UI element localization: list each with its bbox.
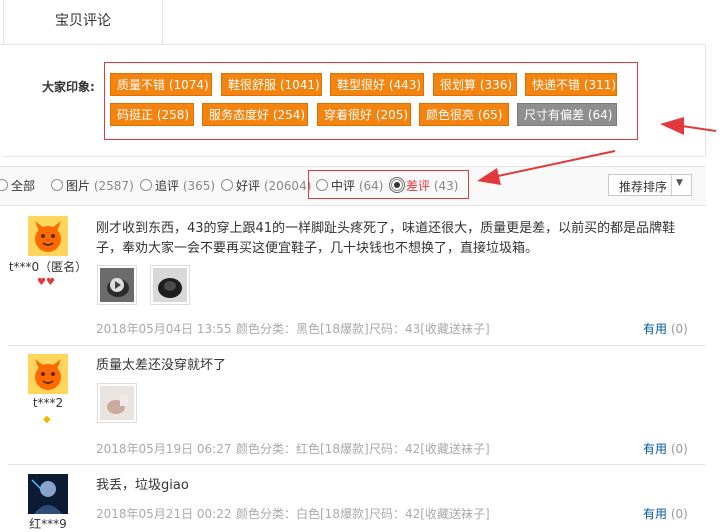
review-date: 2018年05月21日 00:22 [96,507,232,521]
shoe-photo-icon [100,386,134,420]
impression-tag[interactable]: 很划算 (336) [433,73,517,96]
shoe-photo-icon [100,268,134,302]
avatar-mascot-icon [28,354,68,394]
filter-all[interactable]: 全部 [0,177,35,194]
review-text: 质量太差还没穿就坏了 [96,358,227,373]
useful-button[interactable]: 有用 (0) [643,440,688,457]
chevron-down-icon[interactable]: ▼ [676,178,683,188]
filter-followup[interactable]: 追评 (365) [140,177,215,194]
sort-label: 推荐排序 [619,180,668,194]
impression-tag[interactable]: 鞋很舒服 (1041) [221,73,322,96]
review-photo[interactable] [150,265,190,305]
review-photo[interactable] [97,383,137,423]
review-divider [8,345,706,346]
avatar[interactable] [28,474,68,517]
review-size: 尺码：42[收藏送袜子] [369,442,490,456]
username: t***0（匿名） [8,260,88,274]
filter-positive[interactable]: 好评 (20604) [221,177,311,194]
review-size: 尺码：42[收藏送袜子] [369,507,490,521]
filter-label: 全部 [11,179,36,193]
impression-tag[interactable]: 快递不错 (311) [525,73,617,96]
useful-label: 有用 [643,442,668,456]
diamond-badge-icon: ◆ [43,414,51,425]
impression-tag[interactable]: 质量不错 (1074) [110,73,212,96]
sort-dropdown[interactable]: 推荐排序 ▼ [608,174,692,196]
useful-label: 有用 [643,507,668,521]
impression-tag[interactable]: 颜色很亮 (65) [419,103,509,126]
radio-icon[interactable] [140,179,152,191]
review-size: 尺码：43[收藏送袜子] [369,322,490,336]
review-date: 2018年05月04日 13:55 [96,322,232,336]
username: t***2 [32,396,64,410]
shoe-photo-icon [153,268,187,302]
review-color: 颜色分类：白色[18爆款] [236,507,369,521]
radio-icon[interactable] [51,179,63,191]
useful-count: (0) [670,442,688,456]
impression-tag[interactable]: 鞋型很好 (443) [330,73,424,96]
avatar-mascot-icon [28,216,68,256]
heart-badge-icon: ♥♥ [37,277,55,288]
impression-tag[interactable]: 码挺正 (258) [110,103,194,126]
useful-count: (0) [670,322,688,336]
impression-tag[interactable]: 服务态度好 (254) [202,103,308,126]
useful-button[interactable]: 有用 (0) [643,505,688,522]
review-text: 我丢，垃圾giao [96,478,189,493]
username: 红***9 [29,517,67,531]
avatar[interactable] [28,216,68,259]
filter-count: (20604) [263,179,312,193]
filter-count: (365) [182,179,216,193]
impressions-label: 大家印象: [42,80,95,94]
avatar-photo-icon [28,474,68,514]
impression-tag-gray[interactable]: 尺寸有偏差 (64) [517,103,617,126]
review-text: 刚才收到东西，43的穿上跟41的一样脚趾头疼死了，味道还很大，质量更是差，以前买… [96,221,676,256]
avatar[interactable] [28,354,68,397]
review-divider [8,464,706,465]
review-date: 2018年05月19日 06:27 [96,442,232,456]
filter-count: (2587) [93,179,134,193]
filter-label: 图片 [66,179,91,193]
filter-pictures[interactable]: 图片 (2587) [51,177,134,194]
filter-label: 好评 [236,179,261,193]
sort-divider [671,175,672,195]
tab-reviews[interactable]: 宝贝评论 [3,0,163,44]
useful-label: 有用 [643,322,668,336]
radio-icon[interactable] [0,179,8,191]
impression-tag[interactable]: 穿着很好 (205) [317,103,411,126]
neg-filter-highlight-box [308,170,469,199]
useful-count: (0) [670,507,688,521]
filter-label: 追评 [155,179,180,193]
radio-icon[interactable] [221,179,233,191]
review-color: 颜色分类：红色[18爆款] [236,442,369,456]
useful-button[interactable]: 有用 (0) [643,320,688,337]
review-color: 颜色分类：黑色[18爆款] [236,322,369,336]
review-photo[interactable] [97,265,137,305]
